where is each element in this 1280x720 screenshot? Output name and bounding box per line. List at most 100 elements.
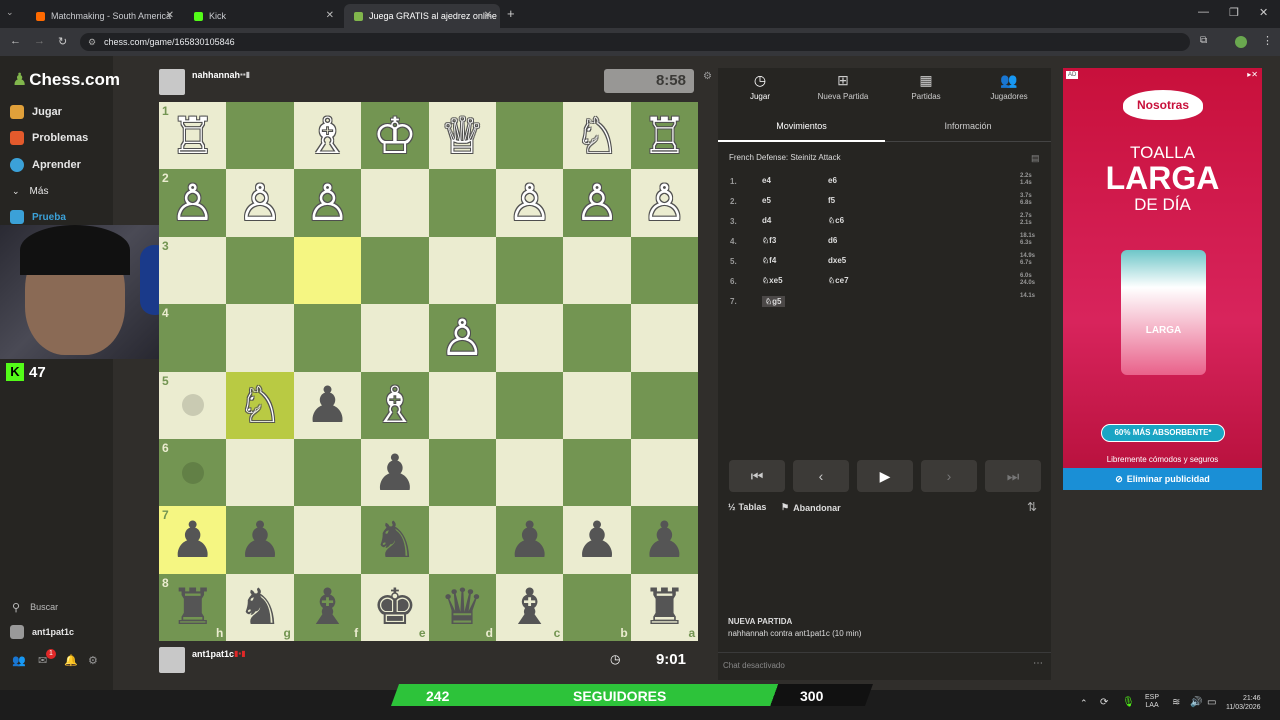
opening-name[interactable]: French Defense: Steinitz Attack bbox=[729, 153, 841, 162]
board-square[interactable]: ♙ bbox=[630, 169, 699, 237]
chess-piece[interactable]: ♙ bbox=[170, 178, 215, 228]
board-square[interactable] bbox=[495, 371, 564, 439]
white-move[interactable]: e5 bbox=[762, 196, 771, 205]
remove-ads-button[interactable]: ⊘ Eliminar publicidad bbox=[1063, 468, 1262, 490]
chess-board[interactable]: 1 ♖ ♗ ♔ ♕ ♘ ♖ 2 ♙ ♙ ♙ ♙ ♙ ♙ 3 4 ♙ 5 ♘ ♟ ♗ 6 ♟ 7 ♟ ♟ ♞ ♟ ♟ ♟ 8 h ♜ g ♞ f ♝ e ♚ d… bbox=[159, 102, 699, 642]
board-square[interactable]: ♟ bbox=[361, 438, 429, 507]
chess-piece[interactable]: ♜ bbox=[170, 582, 215, 632]
board-square[interactable] bbox=[226, 236, 294, 305]
board-square[interactable] bbox=[563, 371, 631, 439]
mic-icon[interactable]: 🎙 bbox=[1122, 697, 1135, 708]
board-square[interactable]: a ♜ bbox=[630, 573, 699, 642]
board-square[interactable] bbox=[293, 304, 362, 372]
subtab-informacion[interactable]: Información bbox=[885, 112, 1051, 142]
board-square[interactable] bbox=[428, 438, 496, 507]
settings-icon[interactable]: ⚙ bbox=[88, 654, 98, 667]
opening-book-icon[interactable]: ▤ bbox=[1031, 153, 1040, 164]
close-tab-icon[interactable]: ✕ bbox=[484, 10, 492, 21]
legal-move-dot[interactable] bbox=[181, 394, 204, 417]
board-square[interactable]: 7 ♟ bbox=[159, 506, 227, 574]
tab-jugar[interactable]: ◷ Jugar bbox=[720, 72, 800, 101]
board-square[interactable] bbox=[226, 438, 294, 507]
tab-nueva-partida[interactable]: ⊞ Nueva Partida bbox=[803, 72, 883, 101]
menu-kebab-icon[interactable]: ⋮ bbox=[1262, 34, 1273, 47]
board-square[interactable]: d ♛ bbox=[428, 573, 496, 642]
next-move-button[interactable]: › bbox=[921, 460, 977, 492]
chess-piece[interactable]: ♙ bbox=[507, 178, 552, 228]
chess-piece[interactable]: ♝ bbox=[305, 582, 350, 632]
chess-piece[interactable]: ♟ bbox=[305, 380, 350, 430]
sidebar-search[interactable]: ⚲ Buscar bbox=[10, 597, 110, 617]
chess-piece[interactable]: ♙ bbox=[642, 178, 687, 228]
tray-chevron-icon[interactable]: ⌃ bbox=[1080, 698, 1088, 709]
player-name[interactable]: ant1pat1c bbox=[192, 649, 234, 659]
white-move[interactable]: ♘g5 bbox=[762, 296, 785, 307]
bell-icon[interactable]: 🔔 bbox=[64, 654, 78, 667]
board-square[interactable] bbox=[293, 236, 362, 305]
black-move[interactable]: dxe5 bbox=[828, 256, 846, 265]
chess-piece[interactable]: ♟ bbox=[372, 448, 417, 498]
opponent-name[interactable]: nahhannah bbox=[192, 70, 240, 80]
tab-jugadores[interactable]: 👥 Jugadores bbox=[969, 72, 1049, 101]
board-square[interactable]: ♟ bbox=[293, 371, 362, 439]
player-avatar[interactable] bbox=[159, 647, 185, 673]
board-square[interactable] bbox=[495, 304, 564, 372]
board-square[interactable]: c ♝ bbox=[495, 573, 564, 642]
chess-piece[interactable]: ♟ bbox=[238, 515, 283, 565]
friends-icon[interactable]: 👥 bbox=[12, 654, 26, 667]
forward-icon[interactable]: → bbox=[34, 35, 45, 47]
board-square[interactable] bbox=[293, 506, 362, 574]
language-indicator[interactable]: ESP LAA bbox=[1145, 694, 1159, 710]
board-square[interactable] bbox=[428, 169, 496, 237]
board-square[interactable] bbox=[226, 102, 294, 170]
board-square[interactable]: ♗ bbox=[361, 371, 429, 439]
chess-piece[interactable]: ♘ bbox=[575, 111, 620, 161]
sidebar-item-prueba[interactable]: Prueba bbox=[10, 207, 110, 227]
sidebar-user[interactable]: ant1pat1c bbox=[10, 622, 110, 642]
black-move[interactable]: d6 bbox=[828, 236, 837, 245]
subtab-movimientos[interactable]: Movimientos bbox=[718, 112, 885, 142]
black-move[interactable]: ♘c6 bbox=[828, 216, 844, 225]
board-square[interactable]: ♟ bbox=[563, 506, 631, 574]
chess-piece[interactable]: ♘ bbox=[238, 380, 283, 430]
board-square[interactable]: 5 bbox=[159, 371, 227, 439]
tab-partidas[interactable]: ▦ Partidas bbox=[886, 72, 966, 101]
board-square[interactable]: ♗ bbox=[293, 102, 362, 170]
board-square[interactable]: e ♚ bbox=[361, 573, 429, 642]
chess-piece[interactable]: ♞ bbox=[238, 582, 283, 632]
battery-icon[interactable]: ▭ bbox=[1207, 697, 1216, 708]
profile-avatar[interactable] bbox=[1235, 36, 1247, 48]
board-square[interactable]: ♔ bbox=[361, 102, 429, 170]
board-square[interactable] bbox=[361, 236, 429, 305]
chess-piece[interactable]: ♝ bbox=[507, 582, 552, 632]
white-move[interactable]: d4 bbox=[762, 216, 771, 225]
more-options-icon[interactable]: ⋯ bbox=[1033, 658, 1043, 669]
board-square[interactable]: ♘ bbox=[226, 371, 294, 439]
sidebar-item-jugar[interactable]: Jugar bbox=[10, 102, 110, 122]
chess-piece[interactable]: ♚ bbox=[372, 582, 417, 632]
chess-logo[interactable]: ♟ Chess.com bbox=[12, 70, 120, 90]
prev-move-button[interactable]: ‹ bbox=[793, 460, 849, 492]
board-square[interactable] bbox=[495, 236, 564, 305]
sidebar-item-mas[interactable]: ⌄ Más bbox=[10, 181, 110, 201]
chess-piece[interactable]: ♟ bbox=[575, 515, 620, 565]
board-square[interactable]: ♟ bbox=[630, 506, 699, 574]
board-square[interactable] bbox=[630, 304, 699, 372]
resign-button[interactable]: ⚑ Abandonar bbox=[781, 502, 841, 513]
maximize-icon[interactable]: ❐ bbox=[1229, 6, 1239, 19]
chess-piece[interactable]: ♙ bbox=[238, 178, 283, 228]
board-square[interactable] bbox=[563, 304, 631, 372]
chess-piece[interactable]: ♗ bbox=[372, 380, 417, 430]
board-square[interactable] bbox=[630, 236, 699, 305]
sidebar-item-problemas[interactable]: Problemas bbox=[10, 128, 110, 148]
chess-piece[interactable]: ♜ bbox=[642, 582, 687, 632]
board-square[interactable]: ♟ bbox=[226, 506, 294, 574]
board-square[interactable]: 2 ♙ bbox=[159, 169, 227, 237]
ad-banner[interactable]: AD ▸✕ Nosotras TOALLA LARGA DE DÍA LARGA… bbox=[1063, 68, 1262, 490]
board-square[interactable]: b bbox=[563, 573, 631, 642]
chess-piece[interactable]: ♗ bbox=[305, 111, 350, 161]
board-square[interactable] bbox=[630, 438, 699, 507]
new-tab-icon[interactable]: + bbox=[507, 6, 515, 21]
first-move-button[interactable]: ⏮ bbox=[729, 460, 785, 492]
board-square[interactable]: 1 ♖ bbox=[159, 102, 227, 170]
